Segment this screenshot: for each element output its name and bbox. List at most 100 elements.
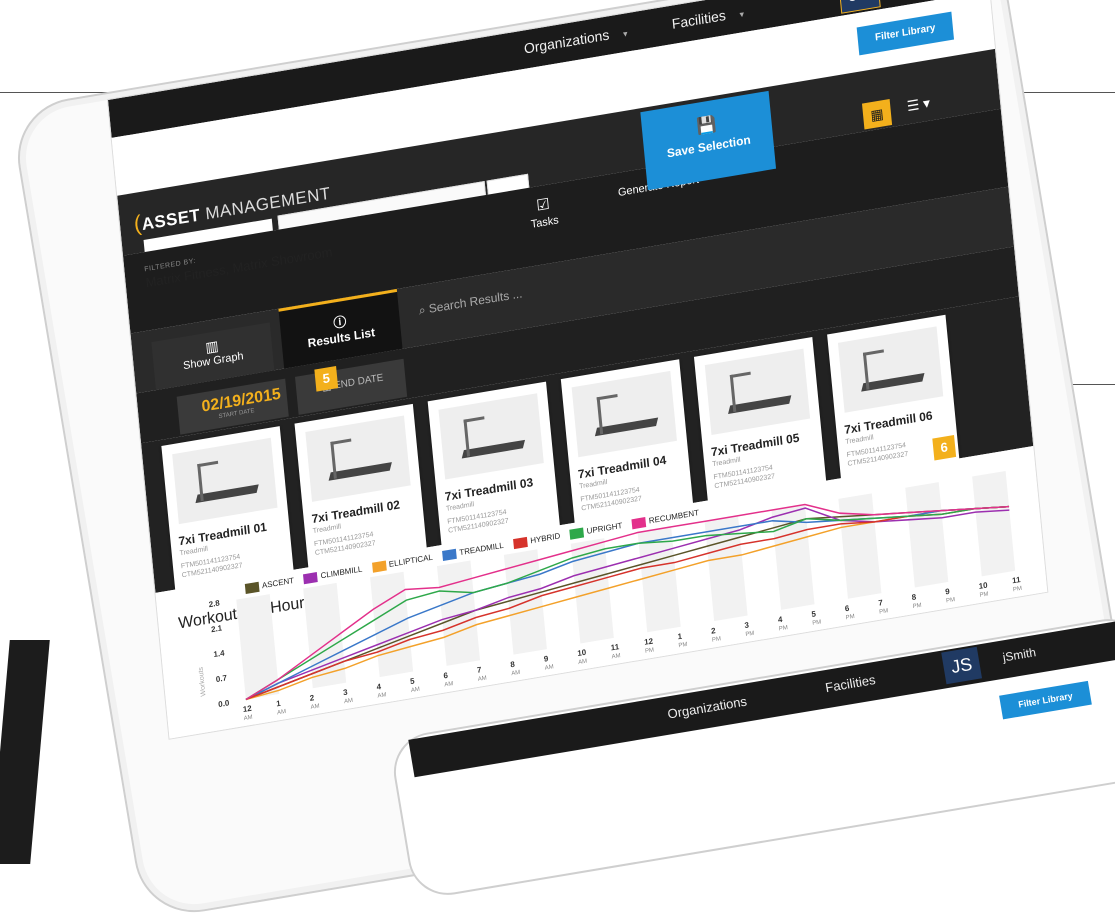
result-card[interactable]: 7xi Treadmill 05 Treadmill FTM501141123754… [693,337,827,507]
x-tick-period: PM [812,619,821,626]
card-name: 7xi Treadmill 06 [843,408,934,437]
x-tick-period: AM [277,709,286,716]
second-nav-organizations[interactable]: Organizations [666,694,748,722]
nav-organizations-label: Organizations [523,26,610,57]
x-tick-period: PM [979,591,988,598]
x-tick-period: AM [411,687,420,694]
y-tick-label: 1.4 [213,648,225,659]
x-tick-period: AM [310,703,319,710]
x-tick-period: PM [645,647,654,654]
x-tick-label: 7 [878,598,884,608]
x-tick-label: 12 [242,704,252,715]
y-tick-label: 2.8 [208,598,220,609]
x-tick-label: 2 [309,693,315,703]
chevron-down-icon: ▾ [622,28,629,40]
x-tick-period: PM [912,603,921,610]
tasks-button[interactable]: ☑ Tasks [528,193,559,231]
chart-band [570,538,614,644]
x-tick-label: 11 [610,642,620,652]
x-tick-period: AM [243,715,252,722]
grid-view-icon[interactable]: ▦ [861,98,893,130]
checklist-icon: ☑ [535,195,551,215]
x-tick-label: 12 [644,636,654,647]
x-tick-label: 2 [711,626,717,636]
brand-asset: ASSET [140,205,202,235]
x-tick-period: PM [712,636,721,643]
tasks-label: Tasks [530,214,560,231]
x-tick-label: 3 [744,620,750,630]
result-card[interactable]: 7xi Treadmill 01 Treadmill FTM501141123754… [161,426,295,596]
second-username[interactable]: jSmith [1002,645,1037,664]
x-tick-label: 8 [911,592,917,602]
x-tick-period: AM [478,675,487,682]
result-card[interactable]: 7xi Treadmill 03 Treadmill FTM501141123754… [427,381,561,552]
x-tick-period: AM [578,659,587,666]
nav-facilities[interactable]: Facilities ▾ [671,4,744,32]
y-tick-label: 0.0 [218,698,230,709]
card-serial-numbers: FTM501141123754 CTM521140902327 [314,530,376,558]
treadmill-image [837,326,944,413]
x-tick-period: PM [846,614,855,621]
x-tick-label: 10 [978,580,988,591]
x-tick-period: AM [511,670,520,677]
x-tick-label: 10 [577,648,587,659]
y-tick-label: 0.7 [215,673,227,684]
callout-badge-5: 5 [314,366,339,392]
x-tick-label: 1 [276,699,282,709]
x-tick-label: 1 [677,632,683,642]
x-tick-label: 5 [811,609,817,619]
x-tick-period: PM [1013,586,1022,593]
x-tick-label: 6 [844,604,850,614]
x-tick-period: AM [377,692,386,699]
card-serial-numbers: FTM501141123754 CTM521140902327 [580,485,642,513]
x-tick-period: AM [545,664,554,671]
chart-band [972,470,1016,577]
end-date-label: END DATE [333,372,384,392]
x-tick-period: PM [946,597,955,604]
chart-band [236,594,280,700]
tablet-edge-left [0,640,50,864]
x-tick-period: PM [745,631,754,638]
x-tick-label: 3 [343,688,349,698]
x-tick-period: AM [344,698,353,705]
y-axis-label: Workouts [198,666,208,697]
treadmill-image [571,370,677,458]
card-serial-numbers: FTM501141123754 CTM521140902327 [846,441,908,469]
x-tick-label: 5 [410,676,416,686]
x-tick-label: 8 [510,660,516,670]
callout-badge-6: 6 [932,434,957,461]
card-serial-numbers: FTM501141123754 CTM521140902327 [181,552,243,580]
result-card[interactable]: 7xi Treadmill 02 Treadmill FTM501141123754… [294,403,428,574]
chart-band [838,493,882,599]
x-tick-label: 9 [543,654,549,664]
treadmill-image [172,437,278,525]
chart-band [303,582,347,689]
x-tick-period: PM [779,625,788,632]
result-card[interactable]: 7xi Treadmill 04 Treadmill FTM501141123754… [560,359,694,529]
treadmill-image [704,348,811,435]
chart-band [905,482,949,588]
x-tick-label: 4 [376,682,382,692]
x-tick-period: AM [611,653,620,660]
x-tick-label: 4 [778,615,784,625]
nav-organizations[interactable]: Organizations ▾ [523,23,628,56]
x-tick-label: 9 [945,587,951,597]
x-tick-period: AM [444,681,453,688]
card-serial-numbers: FTM501141123754 CTM521140902327 [447,508,509,536]
x-tick-label: 11 [1012,575,1022,585]
x-tick-label: 6 [443,671,449,681]
second-avatar[interactable]: JS [941,646,983,685]
search-icon: ⌕ [418,302,427,318]
second-nav-facilities[interactable]: Facilities [824,672,876,695]
x-tick-period: PM [879,608,888,615]
chart-band [436,560,481,666]
card-name: 7xi Treadmill 02 [311,497,401,527]
card-serial-numbers: FTM501141123754 CTM521140902327 [713,463,775,491]
filter-library-button[interactable]: Filter Library [856,11,955,56]
y-tick-label: 2.1 [211,623,223,634]
treadmill-image [305,415,411,502]
chart-band [370,571,414,678]
x-tick-period: PM [678,642,687,649]
card-name: 7xi Treadmill 03 [444,475,534,504]
card-name: 7xi Treadmill 04 [577,452,667,482]
